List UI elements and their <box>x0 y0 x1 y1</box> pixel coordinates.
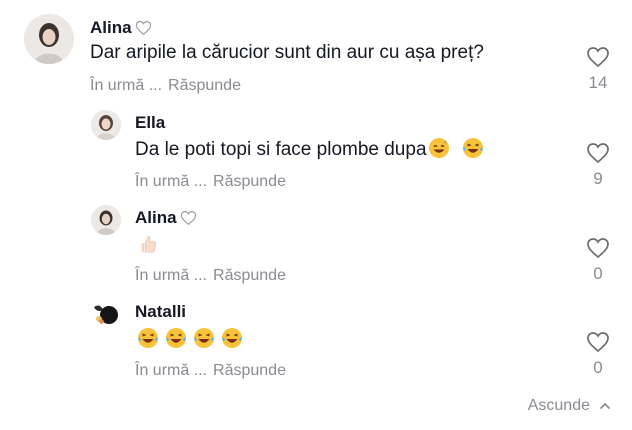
like-heart-icon[interactable] <box>586 237 610 259</box>
thumbs-up-emoji <box>138 234 158 254</box>
author-name[interactable]: Alina <box>90 18 132 38</box>
reply-button[interactable]: Răspunde <box>213 267 286 284</box>
like-heart-icon[interactable] <box>586 142 610 164</box>
avatar[interactable] <box>91 299 121 329</box>
heart-badge-icon <box>180 210 197 226</box>
comment-text <box>138 233 164 257</box>
author-name[interactable]: Natalli <box>135 302 186 322</box>
comment-text: Dar aripile la cărucior sunt din aur cu … <box>90 42 484 63</box>
comment-text: Da le poti topi si face plombe dupa <box>135 139 427 160</box>
like-count: 0 <box>593 358 603 377</box>
tears-of-joy-emoji <box>221 327 243 349</box>
hide-replies-button[interactable]: Ascunde <box>528 396 612 416</box>
like-heart-icon[interactable] <box>586 331 610 353</box>
comment-time: În urmă ... <box>135 362 208 379</box>
heart-badge-icon <box>135 20 152 36</box>
like-count: 9 <box>593 169 603 188</box>
tears-of-joy-emoji <box>165 327 187 349</box>
comment-text <box>137 327 249 352</box>
reply-button[interactable]: Răspunde <box>213 362 286 379</box>
hide-replies-label: Ascunde <box>527 397 590 414</box>
comment-time: În urmă ... <box>135 173 208 190</box>
comment-time: În urmă ... <box>135 267 208 284</box>
smiling-face-with-sweat-emoji <box>428 137 450 159</box>
reply-button[interactable]: Răspunde <box>168 77 241 94</box>
author-name[interactable]: Alina <box>135 208 177 228</box>
chevron-up-icon <box>600 403 610 409</box>
avatar[interactable] <box>91 110 121 140</box>
comment-time: În urmă ... <box>90 77 163 94</box>
like-heart-icon[interactable] <box>586 46 610 68</box>
avatar[interactable] <box>91 205 121 235</box>
like-count: 0 <box>593 264 603 283</box>
tears-of-joy-emoji <box>193 327 215 349</box>
author-name[interactable]: Ella <box>135 113 165 133</box>
like-count: 14 <box>588 73 608 92</box>
reply-button[interactable]: Răspunde <box>213 173 286 190</box>
tears-of-joy-emoji <box>137 327 159 349</box>
avatar[interactable] <box>24 14 74 64</box>
tears-of-joy-emoji <box>462 137 484 159</box>
